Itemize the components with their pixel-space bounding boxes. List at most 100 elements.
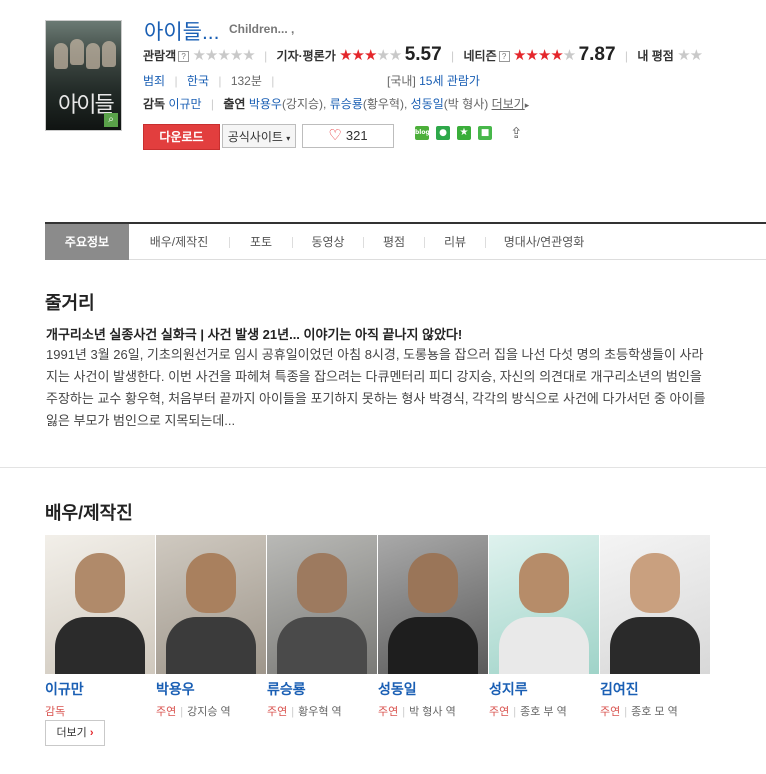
person-photo[interactable] xyxy=(156,535,266,674)
tab-photo[interactable]: 포토 xyxy=(230,224,292,260)
like-button[interactable]: ♡ 321 xyxy=(302,124,394,148)
cafe-share-icon[interactable]: ● xyxy=(436,126,450,140)
divider: | xyxy=(624,49,629,63)
cast-label: 출연 xyxy=(223,97,246,111)
synopsis-heading: 줄거리 xyxy=(45,293,95,313)
heart-icon: ♡ xyxy=(328,127,342,144)
official-site-label: 공식사이트 xyxy=(227,130,283,144)
person-role-type: 주연 xyxy=(600,706,621,718)
share-icon[interactable]: ⇪ xyxy=(510,124,523,142)
person-photo-head xyxy=(297,553,347,613)
synopsis-tagline: 개구리소년 실종사건 실화극 | 사건 발생 21년... 이야기는 아직 끝나… xyxy=(46,327,463,342)
tab-video[interactable]: 동영상 xyxy=(293,224,363,260)
divider: | xyxy=(210,97,215,111)
person-photo-body xyxy=(277,617,367,674)
critic-label: 기자·평론가 xyxy=(276,49,336,63)
my-rating-stars[interactable]: ★★ xyxy=(677,47,703,64)
tab-reviews[interactable]: 리뷰 xyxy=(425,224,485,260)
person-card[interactable]: 류승룡 주연 | 황우혁 역 xyxy=(267,535,377,719)
zoom-icon[interactable]: ⌕ xyxy=(104,113,118,127)
person-name[interactable]: 성지루 xyxy=(489,679,599,699)
person-role: 주연 | 황우혁 역 xyxy=(267,706,342,718)
director-label: 감독 xyxy=(143,97,166,111)
person-character: 종호 부 역 xyxy=(520,706,567,718)
cast-link[interactable]: 박용우 xyxy=(249,97,282,111)
person-role-type: 주연 xyxy=(489,706,510,718)
person-role: 주연 | 종호 모 역 xyxy=(600,706,678,718)
person-photo[interactable] xyxy=(267,535,377,674)
person-card[interactable]: 박용우 주연 | 강지승 역 xyxy=(156,535,266,719)
genre-link[interactable]: 범죄 xyxy=(143,74,165,88)
memo-share-icon[interactable]: ■ xyxy=(478,126,492,140)
blog-share-icon[interactable]: blog xyxy=(415,126,430,140)
more-crew-label: 더보기 xyxy=(56,727,87,739)
director-link[interactable]: 이규만 xyxy=(168,97,201,111)
person-character: 종호 모 역 xyxy=(631,706,678,718)
cast-crew-heading: 배우/제작진 xyxy=(45,503,133,523)
cast-link[interactable]: 류승룡 xyxy=(330,97,363,111)
cast-link[interactable]: 성동일 xyxy=(411,97,444,111)
divider: | xyxy=(271,74,275,88)
official-site-dropdown[interactable]: 공식사이트 ▾ xyxy=(222,124,296,148)
netizen-stars: ★★★★★ xyxy=(512,47,576,64)
person-role-type: 주연 xyxy=(378,706,399,718)
help-icon[interactable]: ? xyxy=(498,51,510,62)
person-photo[interactable] xyxy=(600,535,710,674)
person-card[interactable]: 성동일 주연 | 박 형사 역 xyxy=(378,535,488,719)
age-rating-link[interactable]: 15세 관람가 xyxy=(419,74,480,88)
person-name[interactable]: 박용우 xyxy=(156,679,266,699)
poster-figure xyxy=(54,43,68,69)
tab-ratings[interactable]: 평점 xyxy=(364,224,424,260)
person-photo-body xyxy=(610,617,700,674)
cast-role: (황우혁), xyxy=(362,97,408,111)
poster-figure xyxy=(86,43,100,69)
divider: | xyxy=(218,74,222,88)
like-count: 321 xyxy=(345,128,368,143)
bookmark-star-icon[interactable]: ★ xyxy=(457,126,471,140)
credits-row: 감독 이규만 | 출연 박용우(강지승), 류승룡(황우혁), 성동일(박 형사… xyxy=(143,95,529,112)
movie-title[interactable]: 아이들... xyxy=(144,16,219,46)
tab-cast-crew[interactable]: 배우/제작진 xyxy=(129,224,229,260)
person-role: 감독 xyxy=(45,703,155,719)
cast-role: (박 형사) xyxy=(443,97,489,111)
person-card[interactable]: 이규만 감독 xyxy=(45,535,155,719)
download-button[interactable]: 다운로드 xyxy=(143,124,220,150)
poster-figure xyxy=(70,39,84,65)
help-icon[interactable]: ? xyxy=(178,51,190,62)
person-photo-head xyxy=(75,553,125,613)
person-photo[interactable] xyxy=(45,535,155,674)
person-role-type: 감독 xyxy=(45,706,66,718)
person-photo-body xyxy=(499,617,589,674)
netizen-label: 네티즌 xyxy=(463,49,497,63)
person-name[interactable]: 이규만 xyxy=(45,679,155,699)
person-character: 박 형사 역 xyxy=(409,706,456,718)
chevron-right-icon: › xyxy=(89,727,94,739)
person-role-type: 주연 xyxy=(267,706,288,718)
person-photo-body xyxy=(55,617,145,674)
movie-subtitle: Children... , xyxy=(229,22,295,36)
critic-stars: ★★★★★ xyxy=(339,47,402,64)
info-row: 범죄 | 한국 | 132분 | [국내] 15세 관람가 xyxy=(143,72,480,89)
person-card[interactable]: 성지루 주연 | 종호 부 역 xyxy=(489,535,599,719)
person-photo[interactable] xyxy=(489,535,599,674)
more-crew-button[interactable]: 더보기 › xyxy=(45,720,105,746)
runtime: 132분 xyxy=(230,74,262,88)
caret-down-icon: ▾ xyxy=(286,134,291,143)
poster-figure xyxy=(102,41,116,67)
ratings-row: 관람객? ★★★★★ | 기자·평론가 ★★★★★ 5.57 | 네티즌? ★★… xyxy=(143,44,703,67)
synopsis-body: 1991년 3월 26일, 기초의원선거로 임시 공휴일이었던 아침 8시경, … xyxy=(46,347,706,428)
person-card[interactable]: 김여진 주연 | 종호 모 역 xyxy=(600,535,710,719)
person-name[interactable]: 성동일 xyxy=(378,679,488,699)
tab-quotes-related[interactable]: 명대사/연관영화 xyxy=(486,224,602,260)
person-name[interactable]: 류승룡 xyxy=(267,679,377,699)
divider: | xyxy=(264,49,268,63)
netizen-score: 7.87 xyxy=(578,44,616,65)
movie-poster[interactable]: 아이들 ⌕ xyxy=(45,20,122,131)
person-name[interactable]: 김여진 xyxy=(600,679,710,699)
tab-main-info[interactable]: 주요정보 xyxy=(45,224,129,260)
more-cast-link[interactable]: 더보기 xyxy=(492,97,525,111)
country-link[interactable]: 한국 xyxy=(187,74,209,88)
person-role: 주연 | 박 형사 역 xyxy=(378,706,456,718)
person-photo[interactable] xyxy=(378,535,488,674)
person-character: 강지승 역 xyxy=(187,706,231,718)
